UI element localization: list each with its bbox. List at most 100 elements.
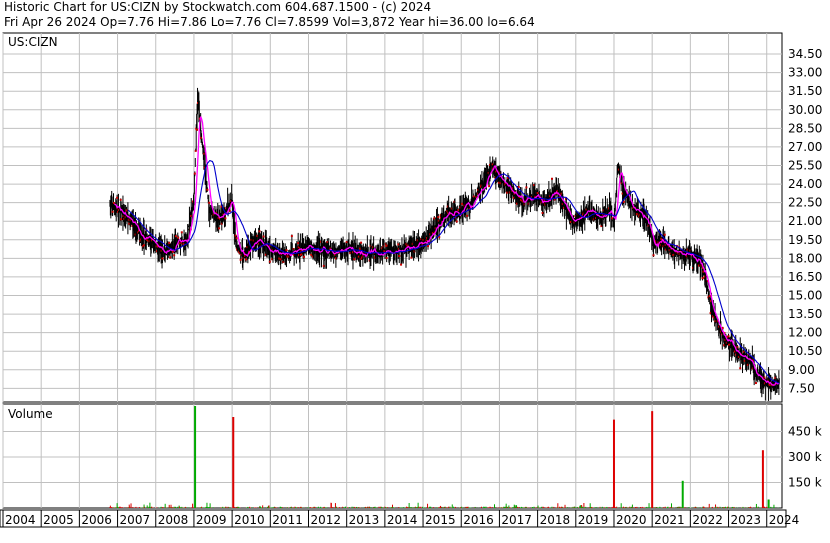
price-down-mark [763,376,766,379]
price-down-mark [180,231,183,234]
price-down-mark [437,216,440,219]
price-down-mark [268,260,271,263]
price-down-mark [161,257,164,260]
price-down-mark [235,237,238,240]
price-tick-label: 18.00 [788,251,822,265]
volume-tick-label: 300 k [788,450,822,464]
price-down-mark [208,201,211,204]
price-down-mark [120,218,123,221]
price-tick-label: 25.50 [788,158,822,172]
year-tick-label: 2010 [234,513,265,527]
price-down-mark [290,235,293,238]
price-tick-label: 24.00 [788,177,822,191]
price-down-mark [466,214,469,217]
volume-tick-label: 450 k [788,425,822,439]
price-tick-label: 21.00 [788,214,822,228]
price-down-mark [611,217,614,220]
year-tick-label: 2007 [120,513,151,527]
price-down-mark [525,186,528,189]
price-down-mark [754,382,757,385]
price-down-mark [174,235,177,238]
price-down-mark [310,253,313,256]
price-down-mark [297,242,300,245]
price-down-mark [206,188,209,191]
price-down-mark [433,217,436,220]
year-tick-label: 2012 [310,513,341,527]
price-down-mark [708,294,711,297]
price-tick-label: 31.50 [788,84,822,98]
price-tick-label: 27.00 [788,140,822,154]
year-tick-label: 2017 [501,513,532,527]
price-down-mark [262,235,265,238]
price-down-mark [171,250,174,253]
year-tick-label: 2021 [654,513,685,527]
price-down-mark [455,220,458,223]
price-tick-label: 10.50 [788,344,822,358]
price-down-mark [663,233,666,236]
volume-tick-label: 150 k [788,476,822,490]
year-tick-label: 2009 [196,513,227,527]
stock-chart: 34.50 33.00 31.50 30.00 28.50 27.00 25.50 24.00… [0,32,822,528]
price-down-mark [218,227,221,230]
year-tick-label: 2015 [425,513,456,527]
year-tick-label: 2016 [463,513,494,527]
price-down-mark [303,255,306,258]
price-down-mark [245,258,248,261]
price-tick-label: 33.00 [788,66,822,80]
price-tick-label: 15.00 [788,289,822,303]
year-tick-label: 2011 [272,513,303,527]
price-down-mark [173,254,176,257]
price-down-mark [143,244,146,247]
price-down-mark [345,241,348,244]
price-down-mark [550,177,553,180]
year-tick-label: 2014 [387,513,418,527]
price-down-mark [196,128,199,131]
year-tick-label: 2022 [692,513,723,527]
price-tick-label: 19.50 [788,233,822,247]
year-tick-label: 2005 [43,513,74,527]
price-down-mark [488,185,491,188]
price-down-mark [701,277,704,280]
price-down-mark [279,258,282,261]
price-tick-label: 16.50 [788,270,822,284]
price-down-mark [119,198,122,201]
price-down-mark [400,263,403,266]
year-tick-label: 2013 [349,513,380,527]
price-tick-label: 12.00 [788,326,822,340]
price-down-mark [125,209,128,212]
price-down-mark [353,258,356,261]
price-down-mark [536,192,539,195]
price-down-mark [169,256,172,259]
price-down-mark [397,243,400,246]
year-tick-label: 2023 [731,513,762,527]
price-tick-label: 30.00 [788,103,822,117]
price-tick-label: 13.50 [788,307,822,321]
price-down-mark [739,367,742,370]
price-down-mark [385,256,388,259]
price-down-mark [410,256,413,259]
price-down-mark [168,241,171,244]
price-down-mark [461,202,464,205]
year-tick-label: 2020 [616,513,647,527]
price-down-mark [239,258,242,261]
price-down-mark [258,230,261,233]
price-tick-label: 34.50 [788,47,822,61]
chart-window: Historic Chart for US:CIZN by Stockwatch… [0,0,830,543]
year-tick-label: 2024 [769,513,800,527]
year-tick-label: 2019 [578,513,609,527]
price-tick-label: 7.50 [788,381,815,395]
symbol-label: US:CIZN [8,35,58,49]
price-down-mark [360,241,363,244]
price-tick-label: 9.00 [788,363,815,377]
price-down-mark [111,210,114,213]
price-down-mark [177,236,180,239]
price-down-mark [541,211,544,214]
year-tick-label: 2004 [5,513,36,527]
price-down-mark [652,254,655,257]
price-down-mark [398,255,401,258]
year-tick-label: 2018 [540,513,571,527]
year-tick-label: 2006 [81,513,112,527]
price-tick-label: 28.50 [788,121,822,135]
price-down-mark [228,210,231,213]
year-tick-label: 2008 [158,513,189,527]
